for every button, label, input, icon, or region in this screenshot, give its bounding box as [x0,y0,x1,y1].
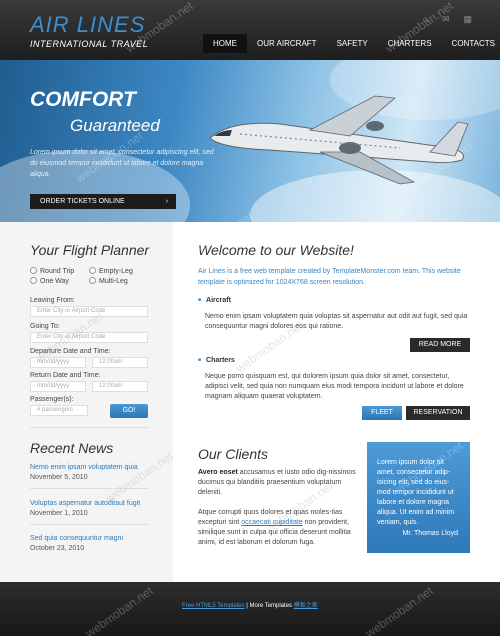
mail-icon[interactable]: ✉ [442,14,450,25]
footer-link-moban[interactable]: 模板之家 [294,603,318,609]
departure-date-input[interactable]: mm/dd/yyyy [30,357,86,368]
return-date-input[interactable]: mm/dd/yyyy [30,381,86,392]
departure-label: Departure Date and Time: [30,348,111,355]
main-nav: HOME OUR AIRCRAFT SAFETY CHARTERS CONTAC… [203,34,500,53]
logo[interactable]: AIR LINES [30,12,145,38]
flight-planner-title: Your Flight Planner [30,242,150,258]
hero-text: Lorem ipsum dolor sit amet, consectetur … [30,149,214,178]
departure-time-input[interactable]: 12:00am [92,357,148,368]
footer: Free HTML5 Templates | More Templates 模板… [0,582,500,636]
hero-banner: COMFORT Guaranteed Lorem ipsum dolor sit… [0,60,500,222]
nav-safety[interactable]: SAFETY [327,34,378,53]
airplane-image [209,95,469,185]
return-label: Return Date and Time: [30,372,101,379]
divider [30,427,148,428]
footer-link-templates[interactable]: Free HTML5 Templates [182,603,245,609]
sidebar: Your Flight Planner Round Trip Empty-Leg… [0,222,173,582]
order-tickets-label: ORDER TICKETS ONLINE [40,198,125,205]
passengers-label: Passenger(s): [30,396,74,403]
footer-more-templates: More Templates [249,603,294,609]
recent-news-title: Recent News [30,440,114,456]
leaving-from-input[interactable]: Enter City or Airport Code [30,306,148,317]
hero-subtitle: Guaranteed [70,116,160,135]
nav-charters[interactable]: CHARTERS [378,34,442,53]
nav-contacts[interactable]: CONTACTS [442,34,500,53]
fleet-button[interactable]: FLEET [362,406,402,420]
order-tickets-button[interactable]: ORDER TICKETS ONLINE › [30,194,176,209]
aircraft-text: Nemo enim ipsam voluptatem quia voluptas… [205,313,468,330]
leaving-from-label: Leaving From: [30,297,75,304]
news-item-link[interactable]: Voluptas aspernatur autoditaut fugit [30,500,140,507]
clients-title: Our Clients [198,446,269,462]
testimonial-text: Lorem ipsum dolor sit amet, consectetur … [377,459,455,526]
nav-our-aircraft[interactable]: OUR AIRCRAFT [247,34,327,53]
sitemap-icon[interactable]: ▦ [463,14,472,25]
main-content: Welcome to our Website! Air Lines is a f… [173,222,500,582]
testimonial-author: Mr. Thomas Lloyd [402,530,458,537]
clients-paragraph-2: Atque corrupti quos dolores et quas mole… [198,508,363,548]
going-to-label: Going To: [30,323,60,330]
clients-paragraph-1: Avero eoset accusamus et iusto odio dig-… [198,468,363,498]
welcome-title: Welcome to our Website! [198,242,354,258]
nav-home[interactable]: HOME [203,34,247,53]
radio-one-way[interactable]: One Way [30,277,69,285]
divider [30,524,148,525]
news-item-date: October 23, 2010 [30,545,85,552]
clients-link[interactable]: occaecati cupiditate [241,519,302,526]
testimonial-box: Lorem ipsum dolor sit amet, consectetur … [367,442,470,553]
passengers-input[interactable]: # passengers [30,405,88,416]
logo-tagline: INTERNATIONAL TRAVEL [30,39,149,49]
home-icon[interactable]: ⌂ [423,14,428,25]
footer-text: Free HTML5 Templates | More Templates 模板… [182,600,318,609]
news-item-date: November 1, 2010 [30,510,88,517]
read-more-button[interactable]: READ MORE [410,338,470,352]
aircraft-heading: Aircraft [198,297,231,304]
return-time-input[interactable]: 12:00am [92,381,148,392]
charters-text: Neque porro quisquam est, qui dolorem ip… [205,373,464,400]
header: AIR LINES INTERNATIONAL TRAVEL ⌂ ✉ ▦ HOM… [0,0,500,60]
radio-multi-leg[interactable]: Multi-Leg [89,277,128,285]
radio-round-trip[interactable]: Round Trip [30,267,74,275]
news-item-date: November 5, 2010 [30,474,88,481]
clients-name: Avero eoset [198,469,238,476]
charters-heading: Charters [198,357,235,364]
intro-text: Air Lines is a free web template created… [198,268,461,286]
divider [30,488,148,489]
news-item-link[interactable]: Nemo enim ipsam voluptatem quia [30,464,138,471]
radio-empty-leg[interactable]: Empty-Leg [89,267,133,275]
reservation-button[interactable]: RESERVATION [406,406,470,420]
go-button[interactable]: GO! [110,404,148,418]
going-to-input[interactable]: Enter City or Airport Code [30,332,148,343]
arrow-right-icon: › [165,198,168,205]
news-item-link[interactable]: Sed quia consequuntur magni [30,535,123,542]
top-icons: ⌂ ✉ ▦ [423,14,473,25]
hero-title: COMFORT [30,88,136,111]
